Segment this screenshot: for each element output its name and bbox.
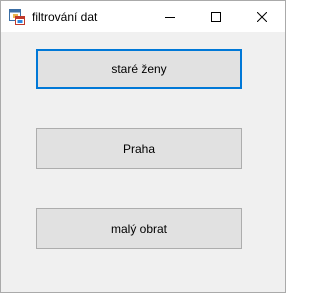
app-form-icon [9,9,25,25]
maximize-icon [211,11,221,22]
maximize-button[interactable] [193,1,239,32]
maly-obrat-button[interactable]: malý obrat [36,208,242,249]
stare-zeny-button[interactable]: staré ženy [36,49,242,89]
minimize-button[interactable] [147,1,193,32]
title-bar[interactable]: filtrování dat [1,1,285,32]
app-window: filtrování dat staré ženy Praha malý obr… [0,0,286,293]
close-button[interactable] [239,1,285,32]
close-icon [257,11,267,22]
minimize-icon [165,12,175,22]
praha-button[interactable]: Praha [36,128,242,169]
window-title: filtrování dat [32,10,98,24]
